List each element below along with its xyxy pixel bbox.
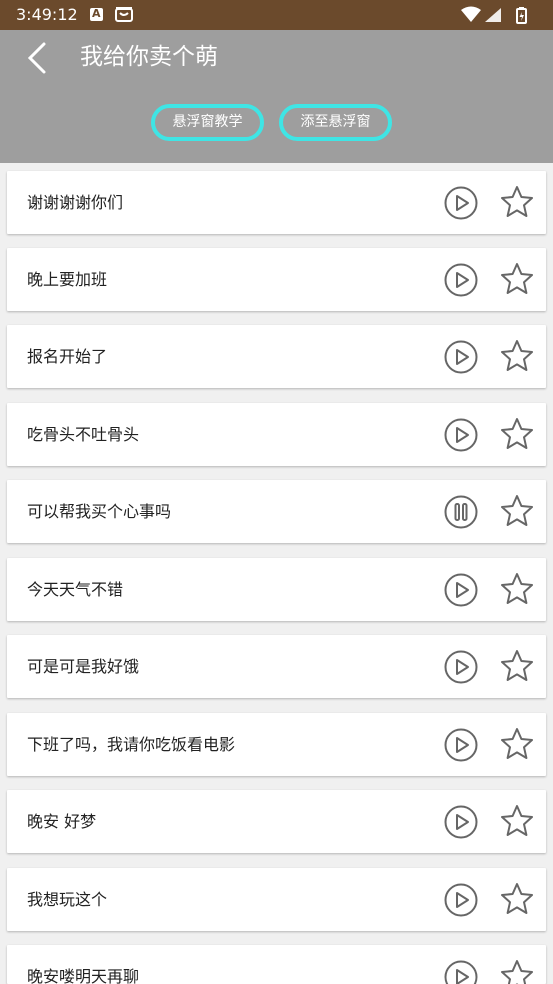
list-item[interactable]: 吃骨头不吐骨头 <box>7 403 546 466</box>
star-icon[interactable] <box>500 727 534 761</box>
list-item-text: 我想玩这个 <box>27 890 108 909</box>
list-item-text: 可是可是我好饿 <box>27 657 140 676</box>
list-item-text: 谢谢谢谢你们 <box>27 193 124 212</box>
add-to-floating-window-button[interactable]: 添至悬浮窗 <box>279 104 392 141</box>
list-item[interactable]: 我想玩这个 <box>7 868 546 931</box>
list-item-text: 下班了吗，我请你吃饭看电影 <box>27 735 236 754</box>
star-icon[interactable] <box>500 339 534 373</box>
wifi-icon <box>461 6 481 22</box>
play-icon[interactable] <box>444 883 478 917</box>
status-indicators <box>461 6 527 24</box>
play-icon[interactable] <box>444 340 478 374</box>
star-icon[interactable] <box>500 649 534 683</box>
play-icon[interactable] <box>444 960 478 984</box>
floating-window-tutorial-button[interactable]: 悬浮窗教学 <box>151 104 264 141</box>
star-icon[interactable] <box>500 185 534 219</box>
store-notification-icon <box>115 7 133 22</box>
list-item[interactable]: 下班了吗，我请你吃饭看电影 <box>7 713 546 776</box>
signal-icon <box>485 8 501 22</box>
status-time: 3:49:12 <box>16 5 78 24</box>
play-icon[interactable] <box>444 650 478 684</box>
star-icon[interactable] <box>500 572 534 606</box>
list-item-text: 吃骨头不吐骨头 <box>27 425 140 444</box>
list-item[interactable]: 今天天气不错 <box>7 558 546 621</box>
battery-icon <box>516 7 527 24</box>
pause-icon[interactable] <box>444 495 478 529</box>
play-icon[interactable] <box>444 263 478 297</box>
list-item-text: 可以帮我买个心事吗 <box>27 502 172 521</box>
star-icon[interactable] <box>500 417 534 451</box>
star-icon[interactable] <box>500 959 534 984</box>
notification-a-icon <box>90 7 103 21</box>
list-item[interactable]: 晚上要加班 <box>7 248 546 311</box>
play-icon[interactable] <box>444 186 478 220</box>
star-icon[interactable] <box>500 494 534 528</box>
list-item-text: 晚安喽明天再聊 <box>27 967 140 984</box>
list-item-text: 晚安 好梦 <box>27 812 97 831</box>
list-item-text: 晚上要加班 <box>27 270 108 289</box>
app-header: 我给你卖个萌 悬浮窗教学 添至悬浮窗 <box>0 30 553 163</box>
play-icon[interactable] <box>444 805 478 839</box>
back-arrow-icon[interactable] <box>22 40 58 76</box>
list-item[interactable]: 可是可是我好饿 <box>7 635 546 698</box>
star-icon[interactable] <box>500 262 534 296</box>
play-icon[interactable] <box>444 728 478 762</box>
list-item-text: 报名开始了 <box>27 347 108 366</box>
list-item[interactable]: 晚安喽明天再聊 <box>7 945 546 984</box>
page-title: 我给你卖个萌 <box>80 44 218 70</box>
list-item[interactable]: 谢谢谢谢你们 <box>7 171 546 234</box>
list-item[interactable]: 可以帮我买个心事吗 <box>7 480 546 543</box>
play-icon[interactable] <box>444 418 478 452</box>
star-icon[interactable] <box>500 804 534 838</box>
list-item[interactable]: 报名开始了 <box>7 325 546 388</box>
status-bar: 3:49:12 <box>0 0 553 30</box>
play-icon[interactable] <box>444 573 478 607</box>
list-item[interactable]: 晚安 好梦 <box>7 790 546 853</box>
star-icon[interactable] <box>500 882 534 916</box>
list-item-text: 今天天气不错 <box>27 580 124 599</box>
